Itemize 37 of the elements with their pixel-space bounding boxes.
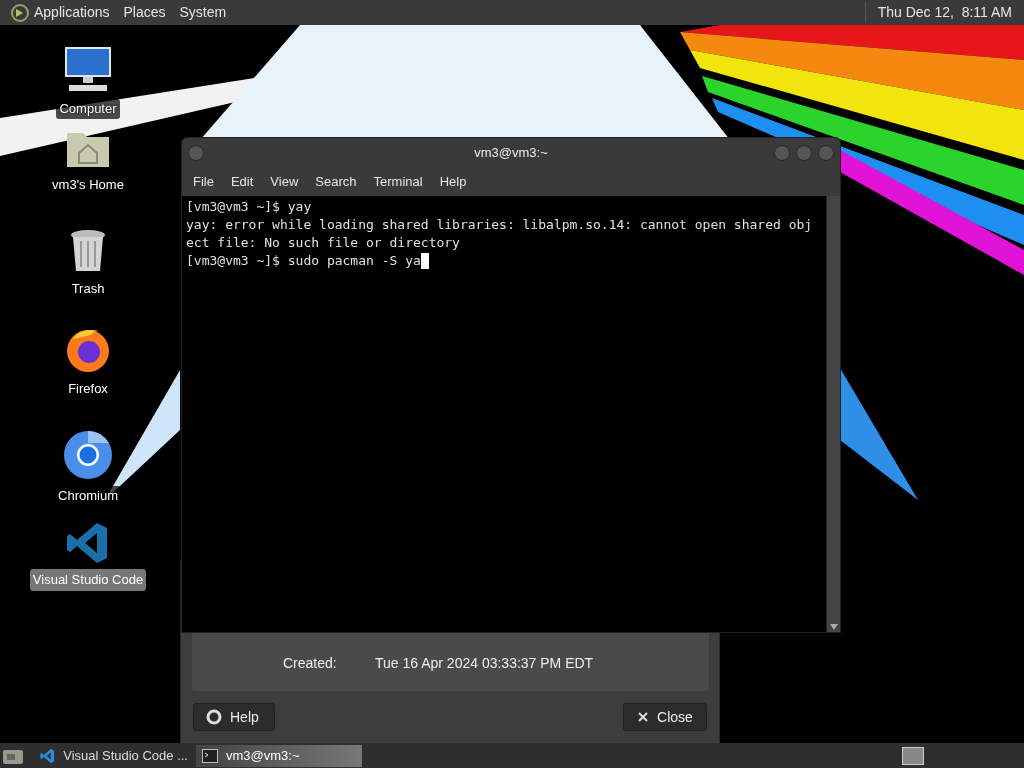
menu-item[interactable]: Edit [230,172,254,192]
terminal-line: [vm3@vm3 ~]$ sudo pacman -S ya [186,252,421,270]
scroll-down-icon[interactable] [829,624,838,630]
panel-menu[interactable]: System [179,2,227,23]
terminal-line: yay: error while loading shared libraries: libalpm.so.14: cannot open shared obj [186,216,813,234]
field-label: Created: [283,653,338,673]
window-title: vm3@vm3:~ [474,144,548,163]
firefox-icon[interactable] [65,327,111,373]
icon-label[interactable]: Visual Studio Code [29,569,147,591]
taskbar-item[interactable]: vm3@vm3:~ [196,744,362,767]
close-button[interactable]: Close [623,703,707,731]
code-editor-icon [40,747,56,764]
workspace-switcher[interactable] [902,746,924,765]
close-icon [637,711,650,723]
menu-item[interactable]: View [270,172,299,192]
lifebuoy-icon [206,709,222,725]
panel-menu[interactable]: Places [123,2,166,23]
text-cursor [420,253,429,269]
code-editor-icon[interactable] [66,521,110,565]
clock[interactable]: Thu Dec 12, 8:11 AM [864,2,1012,23]
terminal-line: [vm3@vm3 ~]$ yay [186,198,312,216]
terminal-output[interactable]: [vm3@vm3 ~]$ yay yay: error while loading shared libraries: libalpm.so.14: cannot open shared obj ect file: No such file or directory [vm3@vm3 ~]$ sudo pacman -S ya [182,196,826,632]
menu-item[interactable]: File [193,172,214,192]
menu-item[interactable]: Help [439,172,467,192]
menu-item[interactable]: Search [315,172,357,192]
chromium-icon[interactable] [63,430,113,480]
icon-label[interactable]: Computer [56,99,120,119]
help-button[interactable]: Help [193,703,275,731]
trash-icon[interactable] [69,229,107,273]
field-value: Tue 16 Apr 2024 03:33:37 PM EDT [375,653,594,673]
scrollbar[interactable] [826,196,840,632]
menu-item[interactable]: Terminal [373,172,423,192]
computer-icon[interactable] [63,45,113,93]
panel-menu[interactable]: Applications [34,2,110,23]
terminal-icon [202,748,218,763]
menu-logo-icon [10,2,30,23]
terminal-line: ect file: No such file or directory [186,234,460,252]
